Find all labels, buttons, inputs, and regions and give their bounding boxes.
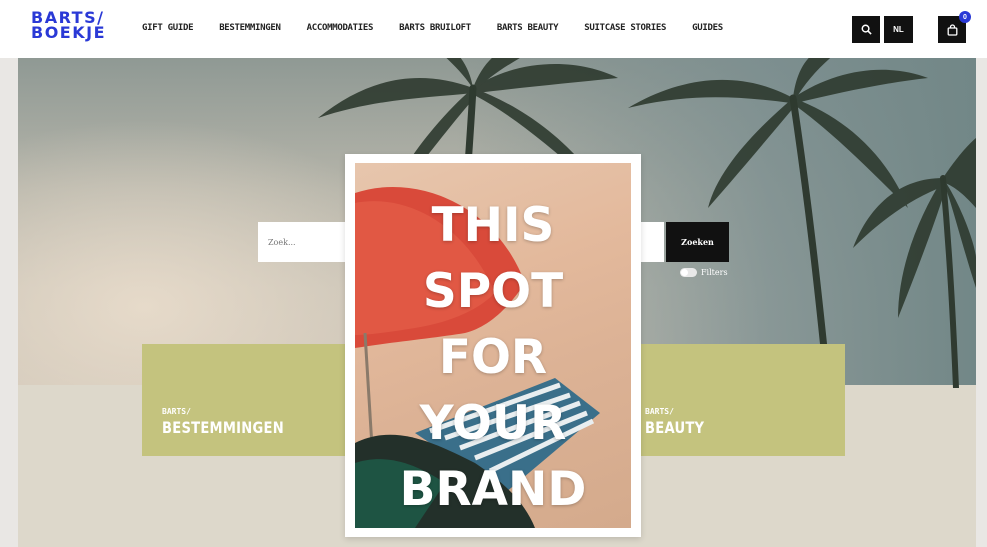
ad-beach-image: THIS SPOT FOR YOUR BRAND: [355, 163, 631, 528]
nav-item-gift-guide[interactable]: GIFT GUIDE: [142, 23, 193, 33]
search-icon: [861, 24, 872, 35]
filters-label: Filters: [701, 268, 728, 277]
site-logo[interactable]: BARTS/ BOEKJE: [31, 10, 106, 41]
tile-title: BESTEMMINGEN: [162, 418, 284, 437]
nav-item-bestemmingen[interactable]: BESTEMMINGEN: [219, 23, 281, 33]
language-button[interactable]: NL: [884, 16, 913, 43]
tile-bestemmingen[interactable]: BARTS/ BESTEMMINGEN: [142, 344, 346, 456]
tile-small-label: BARTS/: [645, 407, 674, 416]
nav-item-barts-beauty[interactable]: BARTS BEAUTY: [497, 23, 559, 33]
tile-small-label: BARTS/: [162, 407, 191, 416]
toggle-switch[interactable]: [680, 268, 697, 277]
header-search-button[interactable]: [852, 16, 880, 43]
site-header: BARTS/ BOEKJE GIFT GUIDE BESTEMMINGEN AC…: [0, 0, 987, 58]
nav-item-guides[interactable]: GUIDES: [692, 23, 723, 33]
ad-headline: THIS SPOT FOR YOUR BRAND: [399, 198, 587, 517]
ad-banner[interactable]: THIS SPOT FOR YOUR BRAND: [345, 154, 641, 537]
cart-count-badge: 0: [959, 11, 971, 23]
filters-toggle[interactable]: Filters: [680, 268, 728, 277]
nav-item-suitcase-stories[interactable]: SUITCASE STORIES: [584, 23, 666, 33]
tile-title: BEAUTY: [645, 418, 705, 437]
search-submit-button[interactable]: Zoeken: [666, 222, 729, 262]
nav-item-accommodaties[interactable]: ACCOMMODATIES: [307, 23, 374, 33]
tile-beauty[interactable]: BARTS/ BEAUTY: [641, 344, 845, 456]
page: BARTS/ BOEKJE GIFT GUIDE BESTEMMINGEN AC…: [0, 0, 987, 547]
main-nav: GIFT GUIDE BESTEMMINGEN ACCOMMODATIES BA…: [142, 23, 723, 33]
shopping-bag-icon: [947, 23, 957, 36]
cart-button[interactable]: 0: [938, 11, 971, 43]
nav-item-barts-bruiloft[interactable]: BARTS BRUILOFT: [399, 23, 471, 33]
